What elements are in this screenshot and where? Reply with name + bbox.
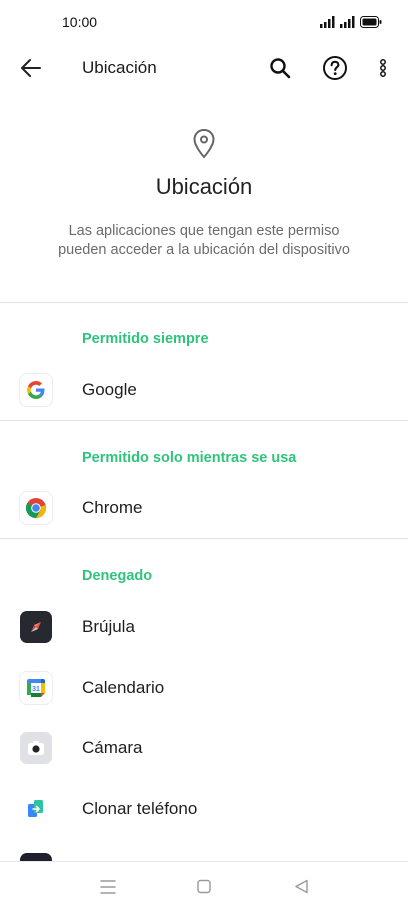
search-button[interactable] <box>268 56 292 80</box>
permission-description: Las aplicaciones que tengan este permiso… <box>58 223 350 258</box>
home-nav-button[interactable] <box>192 876 216 898</box>
section-label-denied: Denegado <box>82 568 153 584</box>
calendar-icon: 31 <box>20 672 52 704</box>
search-icon <box>270 58 291 79</box>
svg-text:31: 31 <box>32 686 40 693</box>
home-square-icon <box>197 879 211 894</box>
app-name: Chrome <box>82 498 143 517</box>
app-row-calendario[interactable]: 31 Calendario <box>0 660 408 716</box>
more-options-button[interactable] <box>374 56 392 80</box>
app-icon-partial <box>20 853 52 861</box>
clone-phone-icon <box>20 793 52 825</box>
location-pin-icon <box>193 128 215 159</box>
google-icon <box>20 374 52 406</box>
back-triangle-icon <box>295 879 308 894</box>
back-nav-button[interactable] <box>290 876 314 898</box>
help-button[interactable] <box>322 55 348 81</box>
permission-title: Ubicación <box>155 174 253 199</box>
compass-icon <box>20 611 52 643</box>
system-nav-bar <box>0 861 408 911</box>
app-name: Cámara <box>82 738 143 757</box>
app-name: Google <box>82 380 137 399</box>
app-name: Brújula <box>82 617 135 636</box>
divider <box>0 302 408 303</box>
signal-icon <box>340 16 355 28</box>
menu-nav-button[interactable] <box>96 876 120 898</box>
app-row-google[interactable]: Google <box>0 362 408 418</box>
divider <box>0 538 408 539</box>
signal-icon <box>320 16 335 28</box>
camera-icon <box>20 732 52 764</box>
app-name: Calendario <box>82 678 165 697</box>
menu-icon <box>100 880 116 894</box>
chrome-icon <box>20 492 52 524</box>
status-icons <box>320 16 382 28</box>
more-vert-icon <box>380 59 386 77</box>
back-arrow-icon <box>21 59 41 77</box>
app-row-chrome[interactable]: Chrome <box>0 480 408 536</box>
app-row-brujula[interactable]: Brújula <box>0 599 408 655</box>
section-label-while-using: Permitido solo mientras se usa <box>82 450 297 466</box>
permission-header: Ubicación Las aplicaciones que tengan es… <box>0 128 408 260</box>
section-label-always: Permitido siempre <box>82 331 209 347</box>
app-row-clonar-telefono[interactable]: Clonar teléfono <box>0 781 408 837</box>
back-button[interactable] <box>18 56 44 80</box>
app-row-camara[interactable]: Cámara <box>0 720 408 776</box>
status-bar: 10:00 <box>0 0 408 44</box>
app-bar-title: Ubicación <box>82 58 157 77</box>
divider <box>0 420 408 421</box>
help-icon <box>323 56 347 80</box>
status-time: 10:00 <box>62 14 98 30</box>
app-bar: Ubicación <box>0 44 408 92</box>
battery-icon <box>360 16 382 28</box>
app-name: Clonar teléfono <box>82 799 198 818</box>
